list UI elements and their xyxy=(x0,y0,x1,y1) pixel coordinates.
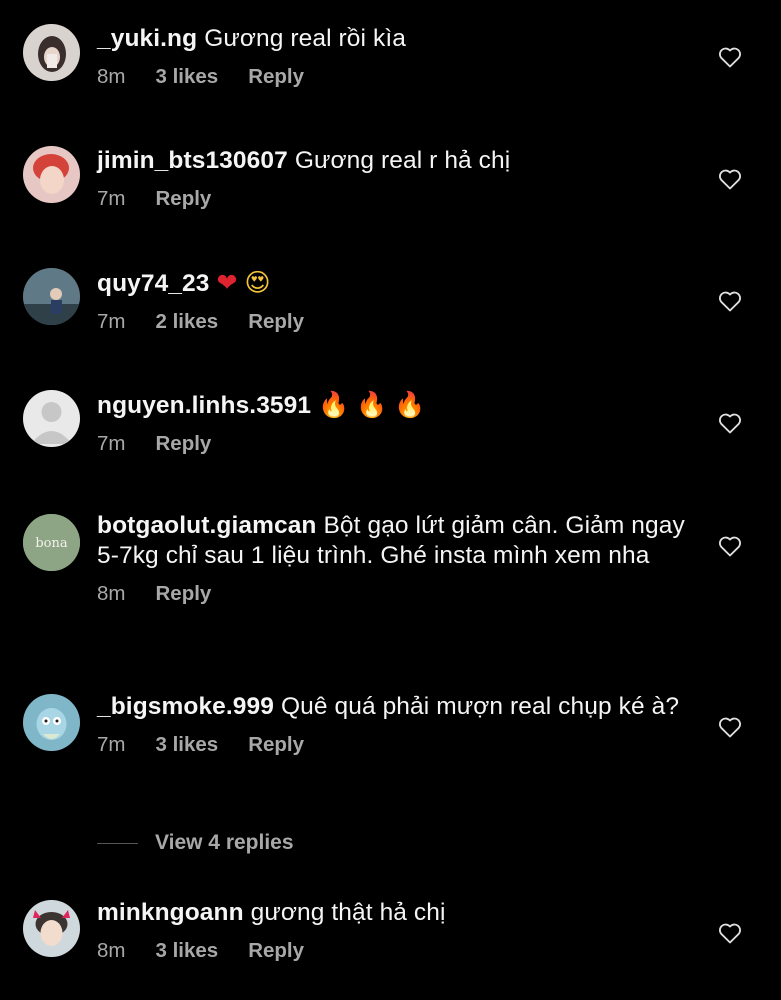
heart-eyes-emoji: 😍 xyxy=(244,268,271,297)
heart-icon[interactable] xyxy=(718,716,742,738)
heart-icon[interactable] xyxy=(718,168,742,190)
reply-button[interactable]: Reply xyxy=(155,582,211,605)
avatar[interactable] xyxy=(23,24,80,81)
heart-icon[interactable] xyxy=(718,412,742,434)
username[interactable]: quy74_23 xyxy=(97,270,210,297)
username[interactable]: _bigsmoke.999 xyxy=(97,693,274,720)
reply-button[interactable]: Reply xyxy=(155,432,211,455)
likes-count[interactable]: 3 likes xyxy=(155,65,218,88)
view-replies-button[interactable]: View 4 replies xyxy=(97,831,294,855)
comment-meta: 7m Reply xyxy=(97,432,687,456)
reply-button[interactable]: Reply xyxy=(248,939,304,962)
comment-text: nguyen.linhs.3591 🔥 🔥 🔥 xyxy=(97,390,687,421)
likes-count[interactable]: 3 likes xyxy=(155,733,218,756)
heart-icon[interactable] xyxy=(718,290,742,312)
reply-thread-divider xyxy=(97,842,138,844)
reply-button[interactable]: Reply xyxy=(248,65,304,88)
comment-text: _yuki.ng Gương real rồi kìa xyxy=(97,25,406,52)
avatar[interactable] xyxy=(23,900,80,957)
avatar[interactable] xyxy=(23,694,80,751)
comment-meta: 8m 3 likes Reply xyxy=(97,65,687,89)
timestamp: 7m xyxy=(97,310,126,333)
comment-text: _bigsmoke.999 Quê quá phải mượn real chụp… xyxy=(97,693,680,720)
timestamp: 8m xyxy=(97,65,126,88)
fire-emoji: 🔥 xyxy=(394,390,426,419)
username[interactable]: nguyen.linhs.3591 xyxy=(97,392,311,419)
avatar-logo-text: bona xyxy=(35,536,68,551)
comment-meta: 7m 3 likes Reply xyxy=(97,733,687,757)
heart-icon[interactable] xyxy=(718,46,742,68)
comment-meta: 8m 3 likes Reply xyxy=(97,939,687,963)
avatar[interactable] xyxy=(23,268,80,325)
reply-button[interactable]: Reply xyxy=(155,187,211,210)
heart-icon[interactable] xyxy=(718,535,742,557)
comment-text: quy74_23 ❤ 😍 xyxy=(97,268,687,299)
comment-text: botgaolut.giamcan Bột gạo lứt giảm cân. G… xyxy=(97,512,685,569)
fire-emoji: 🔥 xyxy=(318,390,350,419)
avatar[interactable] xyxy=(23,390,80,447)
reply-button[interactable]: Reply xyxy=(248,310,304,333)
username[interactable]: _yuki.ng xyxy=(97,25,197,52)
view-replies-label: View 4 replies xyxy=(155,831,294,854)
red-heart-emoji: ❤ xyxy=(216,268,238,297)
likes-count[interactable]: 2 likes xyxy=(155,310,218,333)
comment-meta: 7m Reply xyxy=(97,187,687,211)
timestamp: 8m xyxy=(97,939,126,962)
timestamp: 7m xyxy=(97,733,126,756)
timestamp: 7m xyxy=(97,432,126,455)
timestamp: 7m xyxy=(97,187,126,210)
timestamp: 8m xyxy=(97,582,126,605)
comment-text: minkngoann gương thật hả chị xyxy=(97,899,446,926)
username[interactable]: botgaolut.giamcan xyxy=(97,512,316,539)
comment-meta: 8m Reply xyxy=(97,582,687,606)
likes-count[interactable]: 3 likes xyxy=(155,939,218,962)
reply-button[interactable]: Reply xyxy=(248,733,304,756)
avatar[interactable]: bona xyxy=(23,514,80,571)
comment-text: jimin_bts130607 Gương real r hả chị xyxy=(97,147,511,174)
username[interactable]: jimin_bts130607 xyxy=(97,147,288,174)
avatar[interactable] xyxy=(23,146,80,203)
heart-icon[interactable] xyxy=(718,922,742,944)
username[interactable]: minkngoann xyxy=(97,899,244,926)
fire-emoji: 🔥 xyxy=(356,390,388,419)
comment-meta: 7m 2 likes Reply xyxy=(97,310,687,334)
